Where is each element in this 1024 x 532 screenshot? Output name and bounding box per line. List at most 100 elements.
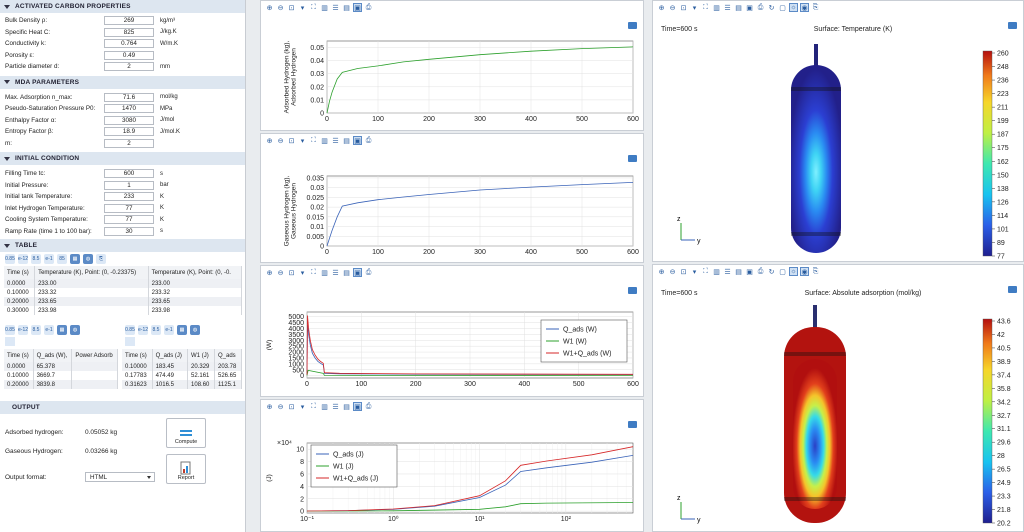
column-header[interactable]: Temperature (K), Point: (0, -0. <box>148 266 242 279</box>
data-table-temperature: Time (s) Temperature (K), Point: (0, -0.2… <box>4 266 242 315</box>
format-icon[interactable]: 0.85 <box>5 254 15 264</box>
param-input[interactable]: 71.6 <box>104 92 154 102</box>
chart-energy: 10⁻¹ 10⁰ 10¹ 10² 0 2 4 6 8 10 ×10⁴ (J) Q_ads (J) W1 (… <box>266 440 634 523</box>
x-tick-label: 10¹ <box>475 516 486 523</box>
format-dec-icon[interactable]: 8.5 <box>31 325 41 335</box>
colorbar-label: 211 <box>997 105 1008 112</box>
table-grid-icon[interactable]: ▦ <box>57 325 67 335</box>
format-icon[interactable]: 0.85 <box>5 325 15 335</box>
section-activated-carbon[interactable]: ACTIVATED CARBON PROPERTIES <box>0 0 245 13</box>
surface-adsorption-panel: ⊕ ⊖ ⊡ ▾ ⛶ ▥ ☰ ▤ ▣ ⎙ ↻ ▢ ☼ ◉ ⎘ Time=600 s Surface: Abso… <box>652 264 1024 532</box>
x-tick-label: 100 <box>355 381 367 388</box>
table-header: Time (s) Temperature (K), Point: (0, -0.2… <box>4 266 242 279</box>
table-row[interactable]: 0.20000 3839.8 <box>4 380 118 389</box>
colorbar-label: 236 <box>997 78 1009 85</box>
param-input[interactable]: 600 <box>104 169 154 179</box>
section-table[interactable]: TABLE <box>0 239 245 252</box>
globe-icon[interactable]: ◍ <box>190 325 200 335</box>
column-header[interactable]: Q_ads (J) <box>152 349 189 362</box>
compute-button[interactable]: Compute <box>166 418 206 448</box>
param-input[interactable]: 18.9 <box>104 127 154 137</box>
column-header[interactable]: Power Adsorb <box>71 349 118 362</box>
param-label: Particle diameter d: <box>5 63 60 71</box>
colorbar-label: 32.7 <box>997 413 1011 420</box>
x-tick-label: 200 <box>423 249 435 256</box>
format-num-icon[interactable]: 85 <box>57 254 67 264</box>
plot-power: ⊕ ⊖ ⊡ ▾ ⛶ ▥ ☰ ▤ ▣ ⎙ 0 100 200 300 400 500 600 0 500 1000 15… <box>260 265 644 397</box>
globe-icon[interactable]: ◍ <box>70 325 80 335</box>
section-mda-parameters[interactable]: MDA PARAMETERS <box>0 75 245 89</box>
data-table-power: Time (s) Q_ads (W), Power Adsorb 0.0000 65.3… <box>4 349 118 389</box>
axis-triad: z y <box>677 216 701 245</box>
format-exp-icon[interactable]: e-12 <box>138 325 148 335</box>
param-input[interactable]: 2 <box>104 62 154 72</box>
format-sci-icon[interactable]: e-1 <box>164 325 174 335</box>
column-header[interactable]: W1 (J) <box>187 349 215 362</box>
param-input[interactable]: 0.764 <box>104 39 154 49</box>
param-input[interactable]: 0.49 <box>104 50 154 60</box>
colorbar-label: 199 <box>997 118 1009 125</box>
report-button[interactable]: Report <box>166 454 206 484</box>
column-header[interactable]: Q_ads (W), <box>33 349 73 362</box>
table-cell: 0.31623 <box>122 380 153 389</box>
param-input[interactable]: 77 <box>104 203 154 213</box>
x-tick-label: 0 <box>305 381 309 388</box>
legend-entry: W1 (J) <box>333 464 354 471</box>
format-exp-icon[interactable]: e-12 <box>18 325 28 335</box>
table-row[interactable]: 0.10000 233.32 233.32 <box>4 288 242 297</box>
svg-text:z: z <box>677 216 681 223</box>
param-input[interactable]: 3080 <box>104 115 154 125</box>
table-row[interactable]: 0.10000 183.45 20.329 203.78 <box>122 362 242 371</box>
table-toolbar: 0.85 e-12 8.5 e-1 85 ▦ ◍ ⎘ <box>0 252 245 266</box>
table-row[interactable]: 0.20000 233.65 233.65 <box>4 297 242 306</box>
svg-text:y: y <box>697 238 701 245</box>
table-cell: 0.10000 <box>4 371 34 380</box>
chart-power: 0 100 200 300 400 500 600050010001500200025003… <box>266 311 639 388</box>
x-tick-label: 200 <box>410 381 422 388</box>
format-dec-icon[interactable]: 8.5 <box>31 254 41 264</box>
y-tick-label: 0 <box>320 244 324 251</box>
section-initial-condition[interactable]: INITIAL CONDITION <box>0 152 245 165</box>
format-sci-icon[interactable]: e-1 <box>44 325 54 335</box>
format-sci-icon[interactable]: e-1 <box>44 254 54 264</box>
colorbar-label: 35.8 <box>997 386 1011 393</box>
output-format-select[interactable]: HTML <box>85 472 155 482</box>
globe-icon[interactable]: ◍ <box>83 254 93 264</box>
table-cell: 0.20000 <box>4 380 34 389</box>
table-row[interactable]: 0.30000 233.98 233.98 <box>4 306 242 315</box>
export-icon[interactable] <box>5 337 15 346</box>
format-exp-icon[interactable]: e-12 <box>18 254 28 264</box>
table-row[interactable]: 0.0000 233.00 233.00 <box>4 279 242 288</box>
param-input[interactable]: 233 <box>104 192 154 202</box>
param-input[interactable]: 77 <box>104 215 154 225</box>
format-dec-icon[interactable]: 8.5 <box>151 325 161 335</box>
table-row[interactable]: 0.0000 65.378 <box>4 362 118 371</box>
column-header[interactable]: Q_ads <box>214 349 242 362</box>
x-tick-label: 10⁰ <box>388 515 399 523</box>
param-row: Bulk Density ρ: 269 kg/m³ <box>0 15 245 27</box>
column-header[interactable]: Time (s) <box>4 266 36 279</box>
column-header[interactable]: Temperature (K), Point: (0, -0.23375) <box>34 266 149 279</box>
table-grid-icon[interactable]: ▦ <box>70 254 80 264</box>
format-icon[interactable]: 0.85 <box>125 325 135 335</box>
column-header[interactable]: Time (s) <box>122 349 153 362</box>
param-input[interactable]: 269 <box>104 16 154 26</box>
param-input[interactable]: 825 <box>104 27 154 37</box>
column-header[interactable]: Time (s) <box>4 349 34 362</box>
colorbar-label: 138 <box>997 186 1009 193</box>
param-input[interactable]: 1 <box>104 180 154 190</box>
table-grid-icon[interactable]: ▦ <box>177 325 187 335</box>
param-input[interactable]: 30 <box>104 226 154 236</box>
param-input[interactable]: 2 <box>104 138 154 148</box>
x-tick-label: 300 <box>474 249 486 256</box>
table-row[interactable]: 0.10000 3669.7 <box>4 371 118 380</box>
param-unit: K <box>160 205 165 212</box>
table-row[interactable]: 0.31623 1016.5 108.60 1125.1 <box>122 380 242 389</box>
section-output[interactable]: OUTPUT <box>0 401 245 414</box>
colorbar-label: 23.3 <box>997 494 1011 501</box>
export-icon[interactable]: ⎘ <box>96 254 106 264</box>
table-row[interactable]: 0.17783 474.49 52.161 526.65 <box>122 371 242 380</box>
table-cell: 526.65 <box>214 371 242 380</box>
export-icon[interactable] <box>125 337 135 346</box>
param-input[interactable]: 1470 <box>104 104 154 114</box>
